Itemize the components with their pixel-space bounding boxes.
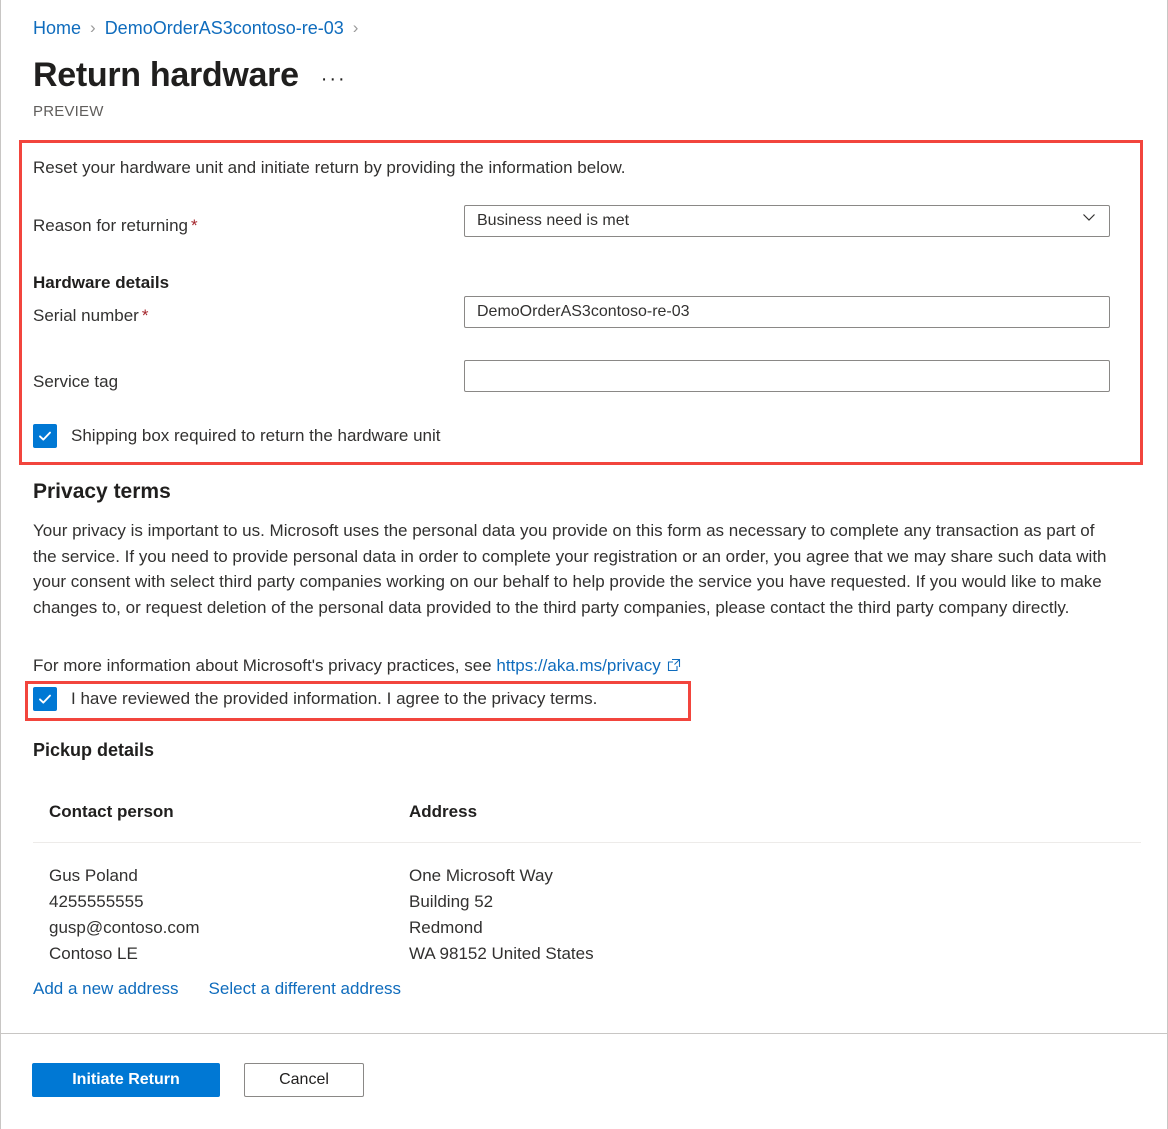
cell-contact-person: Gus Poland 4255555555 gusp@contoso.com C… bbox=[33, 863, 393, 967]
required-marker: * bbox=[141, 306, 149, 325]
reason-for-returning-dropdown[interactable]: Business need is met bbox=[464, 205, 1110, 237]
hardware-details-heading: Hardware details bbox=[33, 273, 170, 292]
contact-phone: 4255555555 bbox=[49, 892, 144, 911]
more-options-icon[interactable]: ··· bbox=[321, 69, 347, 89]
privacy-terms-heading: Privacy terms bbox=[33, 480, 171, 503]
privacy-more-info-line: For more information about Microsoft's p… bbox=[33, 654, 681, 679]
column-header-address: Address bbox=[409, 802, 478, 821]
address-building: Building 52 bbox=[409, 892, 494, 911]
select-different-address-link[interactable]: Select a different address bbox=[209, 977, 401, 1001]
form-intro-text: Reset your hardware unit and initiate re… bbox=[33, 158, 626, 177]
table-row: Gus Poland 4255555555 gusp@contoso.com C… bbox=[33, 843, 1141, 967]
privacy-more-info-prefix: For more information about Microsoft's p… bbox=[33, 656, 497, 675]
service-tag-label: Service tag bbox=[33, 372, 119, 391]
column-header-contact-person: Contact person bbox=[49, 802, 174, 821]
return-hardware-page: Home › DemoOrderAS3contoso-re-03 › Retur… bbox=[0, 0, 1168, 1129]
serial-number-input[interactable] bbox=[464, 296, 1110, 328]
serial-number-label: Serial number * bbox=[33, 304, 148, 328]
page-title: Return hardware bbox=[33, 56, 299, 94]
footer-actions: Initiate Return Cancel bbox=[32, 1063, 364, 1097]
breadcrumb-separator-icon: › bbox=[352, 18, 359, 37]
footer-divider bbox=[1, 1033, 1167, 1034]
title-row: Return hardware ··· bbox=[33, 54, 347, 96]
address-street: One Microsoft Way bbox=[409, 866, 553, 885]
preview-badge: PREVIEW bbox=[33, 103, 104, 120]
breadcrumb-separator-icon: › bbox=[90, 18, 96, 37]
checkmark-icon[interactable] bbox=[33, 687, 57, 711]
privacy-agree-checkbox-row[interactable]: I have reviewed the provided information… bbox=[33, 687, 597, 711]
table-header-row: Contact person Address bbox=[33, 800, 1141, 843]
pickup-details-table: Contact person Address Gus Poland 425555… bbox=[33, 800, 1141, 967]
cancel-button[interactable]: Cancel bbox=[244, 1063, 364, 1097]
initiate-return-button[interactable]: Initiate Return bbox=[32, 1063, 220, 1097]
serial-label-text: Serial number bbox=[33, 306, 139, 325]
cell-address: One Microsoft Way Building 52 Redmond WA… bbox=[393, 863, 793, 967]
service-tag-input[interactable] bbox=[464, 360, 1110, 392]
privacy-terms-body: Your privacy is important to us. Microso… bbox=[33, 521, 1107, 617]
checkmark-icon[interactable] bbox=[33, 424, 57, 448]
reason-selected-value: Business need is met bbox=[477, 212, 630, 229]
reason-label-text: Reason for returning bbox=[33, 216, 188, 235]
address-region: WA 98152 United States bbox=[409, 944, 594, 963]
add-new-address-link[interactable]: Add a new address bbox=[33, 977, 179, 1001]
contact-name: Gus Poland bbox=[49, 866, 138, 885]
contact-email: gusp@contoso.com bbox=[49, 918, 200, 937]
breadcrumb: Home › DemoOrderAS3contoso-re-03 › bbox=[33, 16, 367, 40]
breadcrumb-item-home[interactable]: Home bbox=[33, 16, 81, 40]
shipping-box-checkbox-row[interactable]: Shipping box required to return the hard… bbox=[33, 424, 441, 448]
chevron-down-icon bbox=[1081, 206, 1097, 236]
privacy-policy-link[interactable]: https://aka.ms/privacy bbox=[496, 656, 660, 675]
pickup-details-heading: Pickup details bbox=[33, 740, 155, 760]
required-marker: * bbox=[190, 216, 198, 235]
contact-company: Contoso LE bbox=[49, 944, 138, 963]
external-link-icon bbox=[667, 655, 681, 679]
shipping-box-checkbox-label: Shipping box required to return the hard… bbox=[71, 426, 441, 445]
address-actions: Add a new address Select a different add… bbox=[33, 977, 401, 1001]
breadcrumb-item-order[interactable]: DemoOrderAS3contoso-re-03 bbox=[105, 16, 344, 40]
address-city: Redmond bbox=[409, 918, 483, 937]
privacy-agree-checkbox-label: I have reviewed the provided information… bbox=[71, 689, 598, 708]
reason-for-returning-label: Reason for returning * bbox=[33, 214, 198, 238]
